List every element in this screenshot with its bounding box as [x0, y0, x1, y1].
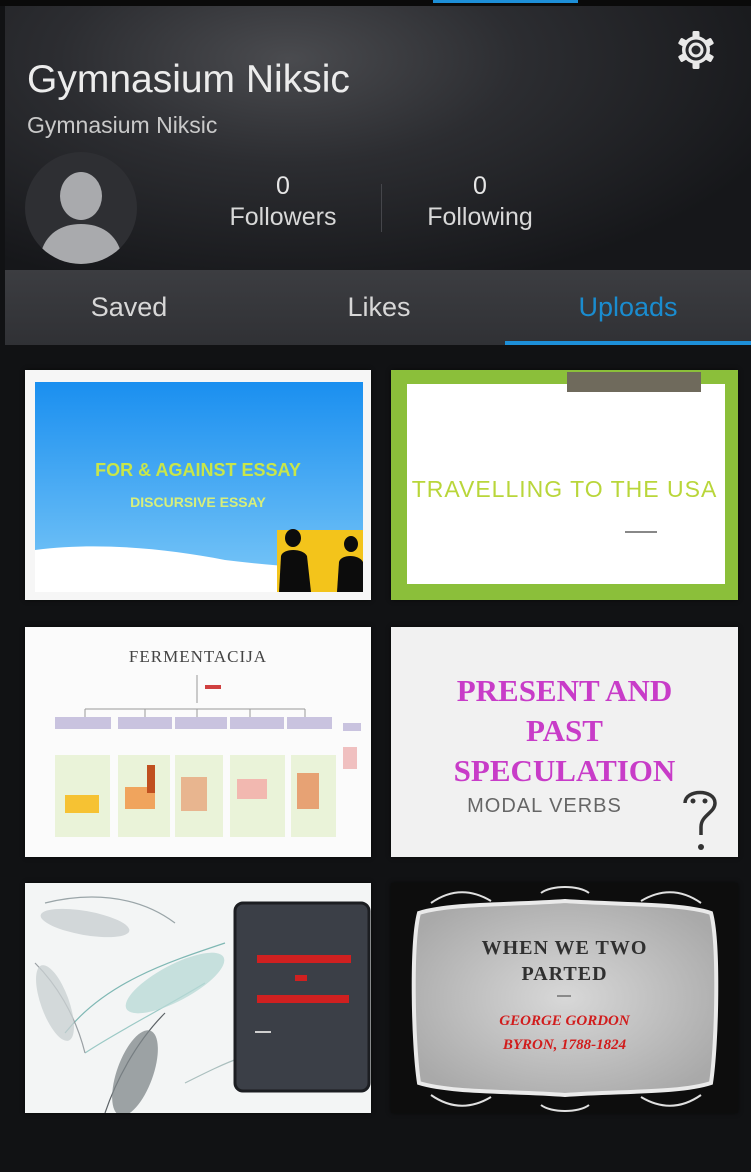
tab-uploads[interactable]: Uploads — [505, 270, 751, 345]
stats-divider — [381, 184, 382, 232]
following-stat[interactable]: 0 Following — [395, 171, 565, 233]
avatar[interactable] — [25, 152, 137, 264]
upload-card-when-we-two-parted[interactable]: WHEN WE TWO PARTED GEORGE GORDON BYRON, … — [391, 883, 738, 1113]
followers-label: Followers — [229, 203, 337, 231]
upload-card-fermentacija[interactable]: FERMENTACIJA — [25, 627, 371, 857]
profile-subtitle: Gymnasium Niksic — [27, 112, 218, 138]
uploads-grid: FOR & AGAINST ESSAY DISCURSIVE ESSAY TRA… — [0, 345, 751, 1145]
essay-thumbnail — [35, 382, 363, 592]
profile-header: Gymnasium Niksic Gymnasium Niksic 0 Foll… — [5, 6, 751, 270]
speculation-title-line-1: PRESENT AND — [456, 673, 673, 708]
speculation-subtitle: MODAL VERBS — [467, 795, 622, 817]
travelling-title: TRAVELLING TO THE USA — [411, 476, 718, 502]
upload-card-speculation[interactable]: PRESENT AND PAST SPECULATION MODAL VERBS — [391, 627, 738, 857]
tab-saved[interactable]: Saved — [5, 270, 253, 345]
parted-title-line-2: PARTED — [521, 963, 608, 985]
fermentacija-title: FERMENTACIJA — [128, 647, 268, 666]
essay-subtitle: DISCURSIVE ESSAY — [130, 494, 266, 510]
speculation-title-line-2: PAST — [526, 713, 603, 748]
essay-title: FOR & AGAINST ESSAY — [95, 460, 301, 480]
parted-author-line-2: BYRON, 1788-1824 — [502, 1037, 627, 1053]
status-accent-line — [433, 0, 578, 3]
upload-card-essay[interactable]: FOR & AGAINST ESSAY DISCURSIVE ESSAY — [25, 370, 371, 600]
upload-card-travelling[interactable]: TRAVELLING TO THE USA — [391, 370, 738, 600]
profile-name: Gymnasium Niksic — [27, 58, 350, 101]
feathers-thumbnail — [34, 896, 371, 1113]
tab-likes[interactable]: Likes — [253, 270, 505, 345]
question-mark-icon — [683, 790, 717, 850]
following-label: Following — [427, 203, 533, 231]
followers-stat[interactable]: 0 Followers — [198, 171, 368, 233]
parted-title-line-1: WHEN WE TWO — [481, 937, 648, 959]
gear-icon[interactable] — [674, 28, 718, 72]
followers-count: 0 — [276, 172, 290, 200]
profile-tabs: Saved Likes Uploads — [5, 270, 751, 345]
following-count: 0 — [473, 172, 487, 200]
parted-thumbnail — [391, 883, 738, 1113]
parted-author-line-1: GEORGE GORDON — [499, 1013, 630, 1029]
upload-card-feathers[interactable] — [25, 883, 371, 1113]
